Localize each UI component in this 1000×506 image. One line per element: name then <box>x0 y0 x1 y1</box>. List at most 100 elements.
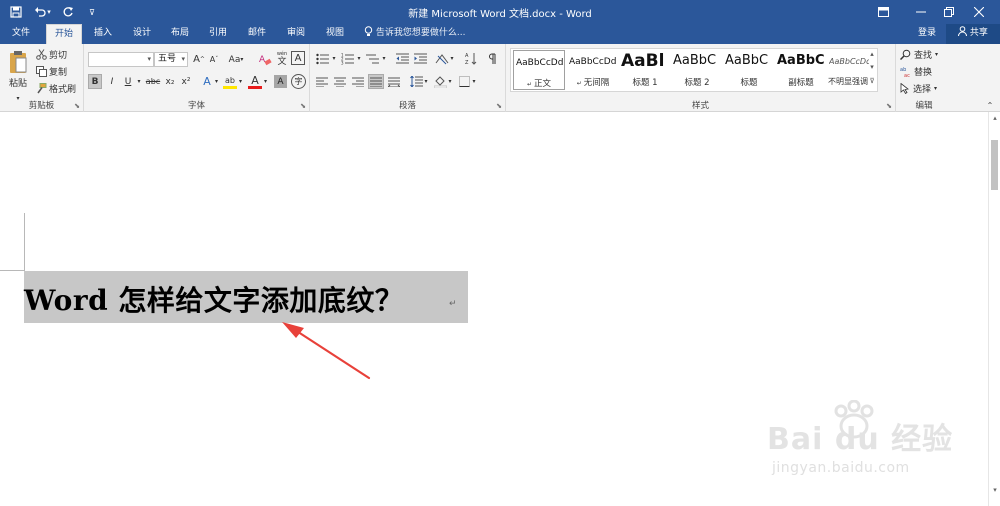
tab-layout[interactable]: 布局 <box>165 24 195 44</box>
crop-mark <box>0 270 24 271</box>
phonetic-guide-button[interactable]: wén 文 <box>274 49 290 67</box>
borders-button[interactable] <box>456 74 472 89</box>
tab-insert[interactable]: 插入 <box>88 24 118 44</box>
shading-button[interactable] <box>432 74 448 89</box>
style-subtitle[interactable]: AaBbC 副标题 <box>775 50 827 90</box>
cut-button[interactable]: 剪切 <box>36 47 67 61</box>
style-subtle-emphasis[interactable]: AaBbCcDd 不明显强调 <box>827 50 869 90</box>
bullets-button[interactable] <box>314 51 332 66</box>
gallery-down-icon[interactable]: ▾ <box>867 63 877 71</box>
tab-home[interactable]: 开始 <box>46 24 82 44</box>
font-color-button[interactable]: A <box>248 74 262 89</box>
numbering-button[interactable]: 123 <box>339 51 357 66</box>
show-marks-button[interactable] <box>486 51 500 66</box>
scrollbar-thumb[interactable] <box>991 140 998 190</box>
scissors-icon <box>36 48 47 60</box>
font-color-icon: A <box>251 73 259 87</box>
replace-button[interactable]: ab ac 替换 <box>900 64 932 78</box>
sort-button[interactable]: AZ <box>464 51 478 66</box>
borders-dropdown-icon[interactable]: ▾ <box>471 74 477 89</box>
change-case-button[interactable]: Aa ▾ <box>225 52 247 67</box>
find-dropdown-icon[interactable]: ▾ <box>935 51 938 58</box>
share-button[interactable]: 共享 <box>946 24 1000 44</box>
font-size-dropdown-icon[interactable]: ▾ <box>181 53 185 66</box>
shaded-heading[interactable]: Word 怎样给文字添加底纹？ ↵ <box>24 271 468 323</box>
tab-view[interactable]: 视图 <box>320 24 350 44</box>
clipboard-icon <box>8 50 28 74</box>
style-normal[interactable]: AaBbCcDd ↵ 正文 <box>513 50 565 90</box>
tab-mailings[interactable]: 邮件 <box>242 24 272 44</box>
underline-button[interactable]: U <box>121 74 135 89</box>
brush-icon <box>36 82 47 94</box>
shrink-font-button[interactable]: Aˇ <box>207 52 221 67</box>
format-painter-button[interactable]: 格式刷 <box>36 81 76 95</box>
tab-file[interactable]: 文件 <box>4 24 38 44</box>
bold-button[interactable]: B <box>88 74 102 89</box>
multilevel-dropdown-icon[interactable]: ▾ <box>381 51 387 66</box>
underline-dropdown-icon[interactable]: ▾ <box>135 74 143 89</box>
line-spacing-button[interactable] <box>408 74 424 89</box>
copy-button[interactable]: 复制 <box>36 64 67 78</box>
increase-indent-button[interactable] <box>412 51 428 66</box>
subscript-button[interactable]: x₂ <box>163 74 177 89</box>
clipboard-launcher-icon[interactable]: ⬊ <box>74 102 80 110</box>
align-center-button[interactable] <box>332 74 348 89</box>
paste-button[interactable]: 粘贴 <box>5 47 31 91</box>
clear-formatting-button[interactable]: A <box>258 51 272 67</box>
find-button[interactable]: 查找 ▾ <box>900 47 938 61</box>
grow-font-button[interactable]: A ^ <box>192 52 206 67</box>
italic-button[interactable]: I <box>105 74 119 89</box>
distributed-button[interactable] <box>386 74 402 89</box>
chinese-layout-button[interactable] <box>434 51 450 66</box>
gallery-more-icon[interactable]: ⊽ <box>867 77 877 85</box>
strikethrough-button[interactable]: abc <box>145 74 161 89</box>
enclose-characters-button[interactable]: 字 <box>291 74 306 89</box>
tab-review[interactable]: 审阅 <box>281 24 311 44</box>
bullets-dropdown-icon[interactable]: ▾ <box>331 51 337 66</box>
select-dropdown-icon[interactable]: ▾ <box>934 85 937 92</box>
chinese-layout-dropdown-icon[interactable]: ▾ <box>449 51 455 66</box>
gallery-up-icon[interactable]: ▴ <box>867 50 877 58</box>
tell-me-search[interactable]: 告诉我您想要做什么... <box>364 24 465 44</box>
highlight-button[interactable]: ab <box>223 74 237 89</box>
character-border-button[interactable]: A <box>291 51 305 65</box>
align-right-button[interactable] <box>350 74 366 89</box>
select-button[interactable]: 选择 ▾ <box>900 81 937 95</box>
sign-in-link[interactable]: 登录 <box>918 24 936 44</box>
style-heading-1[interactable]: AaBl 标题 1 <box>619 50 671 90</box>
paragraph-launcher-icon[interactable]: ⬊ <box>496 102 502 110</box>
scroll-down-icon[interactable]: ▾ <box>989 484 1000 496</box>
font-color-dropdown-icon[interactable]: ▾ <box>262 74 269 89</box>
text-effects-button[interactable]: A <box>200 74 214 89</box>
heading-text[interactable]: Word 怎样给文字添加底纹？ <box>24 279 403 319</box>
vertical-scrollbar[interactable]: ▴ ▾ <box>988 112 1000 506</box>
align-left-button[interactable] <box>314 74 330 89</box>
paragraph-group: ▾ 123 ▾ ▾ ▾ A Z ▾ ▾ ▾ 段落 ⬊ <box>310 44 506 112</box>
character-shading-button[interactable]: A <box>274 75 287 88</box>
ribbon-display-icon[interactable] <box>862 0 904 24</box>
collapse-ribbon-icon[interactable]: ⌃ <box>984 100 996 110</box>
font-name-combo[interactable]: ▾ <box>88 52 154 67</box>
superscript-button[interactable]: x² <box>179 74 193 89</box>
font-size-combo[interactable]: 五号 ▾ <box>154 52 188 67</box>
font-name-dropdown-icon[interactable]: ▾ <box>147 53 151 66</box>
styles-launcher-icon[interactable]: ⬊ <box>886 102 892 110</box>
multilevel-list-button[interactable] <box>364 51 382 66</box>
highlight-dropdown-icon[interactable]: ▾ <box>237 74 244 89</box>
numbering-dropdown-icon[interactable]: ▾ <box>356 51 362 66</box>
tab-design[interactable]: 设计 <box>127 24 157 44</box>
style-heading-2[interactable]: AaBbC 标题 2 <box>671 50 723 90</box>
tab-references[interactable]: 引用 <box>203 24 233 44</box>
scroll-up-icon[interactable]: ▴ <box>989 112 1000 124</box>
close-icon[interactable] <box>958 0 1000 24</box>
line-spacing-dropdown-icon[interactable]: ▾ <box>423 74 429 89</box>
style-title[interactable]: AaBbC 标题 <box>723 50 775 90</box>
shading-dropdown-icon[interactable]: ▾ <box>447 74 453 89</box>
watermark-text: Bai du 经验 <box>767 422 954 457</box>
text-effects-dropdown-icon[interactable]: ▾ <box>213 74 220 89</box>
style-preview: AaBl <box>621 51 665 69</box>
decrease-indent-button[interactable] <box>394 51 410 66</box>
font-launcher-icon[interactable]: ⬊ <box>300 102 306 110</box>
style-no-spacing[interactable]: AaBbCcDd ↵ 无间隔 <box>567 50 619 90</box>
justify-button[interactable] <box>368 74 384 89</box>
